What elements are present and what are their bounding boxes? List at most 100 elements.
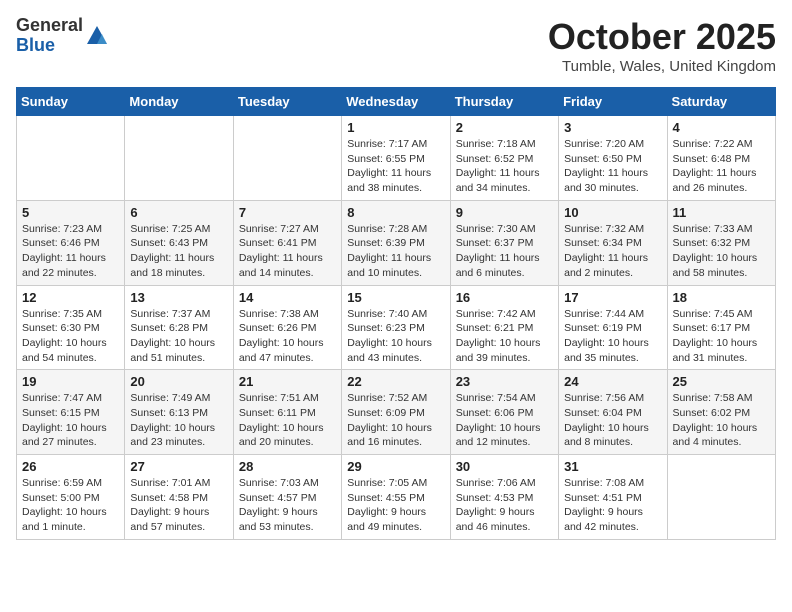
day-of-week-header: Tuesday [233, 88, 341, 116]
day-info: Sunrise: 7:56 AM Sunset: 6:04 PM Dayligh… [564, 391, 661, 450]
logo: General Blue [16, 16, 109, 56]
day-info: Sunrise: 7:40 AM Sunset: 6:23 PM Dayligh… [347, 307, 444, 366]
day-info: Sunrise: 7:51 AM Sunset: 6:11 PM Dayligh… [239, 391, 336, 450]
calendar-cell: 30 Sunrise: 7:06 AM Sunset: 4:53 PM Dayli… [450, 455, 558, 540]
calendar-cell: 11 Sunrise: 7:33 AM Sunset: 6:32 PM Dayli… [667, 200, 775, 285]
day-number: 15 [347, 290, 444, 305]
calendar-week-row: 1 Sunrise: 7:17 AM Sunset: 6:55 PM Daylig… [17, 116, 776, 201]
calendar-cell: 12Sunrise: 7:35 AM Sunset: 6:30 PM Dayli… [17, 285, 125, 370]
day-number: 30 [456, 459, 553, 474]
day-info: Sunrise: 7:49 AM Sunset: 6:13 PM Dayligh… [130, 391, 227, 450]
day-info: Sunrise: 7:03 AM Sunset: 4:57 PM Dayligh… [239, 476, 336, 535]
day-number: 3 [564, 120, 661, 135]
day-number: 10 [564, 205, 661, 220]
day-of-week-header: Friday [559, 88, 667, 116]
day-info: Sunrise: 7:22 AM Sunset: 6:48 PM Dayligh… [673, 137, 770, 196]
day-number: 11 [673, 205, 770, 220]
month-title: October 2025 [548, 16, 776, 58]
calendar-cell: 25 Sunrise: 7:58 AM Sunset: 6:02 PM Dayli… [667, 370, 775, 455]
day-info: Sunrise: 7:28 AM Sunset: 6:39 PM Dayligh… [347, 222, 444, 281]
day-number: 19 [22, 374, 119, 389]
calendar-cell: 19 Sunrise: 7:47 AM Sunset: 6:15 PM Dayli… [17, 370, 125, 455]
day-number: 31 [564, 459, 661, 474]
calendar-cell [667, 455, 775, 540]
calendar-cell: 16 Sunrise: 7:42 AM Sunset: 6:21 PM Dayli… [450, 285, 558, 370]
calendar-cell [125, 116, 233, 201]
day-info: Sunrise: 7:32 AM Sunset: 6:34 PM Dayligh… [564, 222, 661, 281]
calendar-cell: 18 Sunrise: 7:45 AM Sunset: 6:17 PM Dayli… [667, 285, 775, 370]
calendar-cell: 24 Sunrise: 7:56 AM Sunset: 6:04 PM Dayli… [559, 370, 667, 455]
day-number: 8 [347, 205, 444, 220]
day-info: Sunrise: 7:17 AM Sunset: 6:55 PM Dayligh… [347, 137, 444, 196]
day-of-week-header: Thursday [450, 88, 558, 116]
calendar-cell: 20 Sunrise: 7:49 AM Sunset: 6:13 PM Dayli… [125, 370, 233, 455]
day-number: 13 [130, 290, 227, 305]
calendar-cell: 3 Sunrise: 7:20 AM Sunset: 6:50 PM Daylig… [559, 116, 667, 201]
calendar-cell: 1 Sunrise: 7:17 AM Sunset: 6:55 PM Daylig… [342, 116, 450, 201]
day-info: Sunrise: 6:59 AM Sunset: 5:00 PM Dayligh… [22, 476, 119, 535]
day-number: 25 [673, 374, 770, 389]
calendar-week-row: 19 Sunrise: 7:47 AM Sunset: 6:15 PM Dayli… [17, 370, 776, 455]
calendar-cell: 10 Sunrise: 7:32 AM Sunset: 6:34 PM Dayli… [559, 200, 667, 285]
calendar-cell: 26Sunrise: 6:59 AM Sunset: 5:00 PM Dayli… [17, 455, 125, 540]
day-info: Sunrise: 7:05 AM Sunset: 4:55 PM Dayligh… [347, 476, 444, 535]
day-info: Sunrise: 7:23 AM Sunset: 6:46 PM Dayligh… [22, 222, 119, 281]
calendar-week-row: 26Sunrise: 6:59 AM Sunset: 5:00 PM Dayli… [17, 455, 776, 540]
day-of-week-header: Wednesday [342, 88, 450, 116]
day-number: 5 [22, 205, 119, 220]
calendar-cell [17, 116, 125, 201]
calendar-cell: 23Sunrise: 7:54 AM Sunset: 6:06 PM Dayli… [450, 370, 558, 455]
day-info: Sunrise: 7:52 AM Sunset: 6:09 PM Dayligh… [347, 391, 444, 450]
calendar-cell: 6 Sunrise: 7:25 AM Sunset: 6:43 PM Daylig… [125, 200, 233, 285]
day-number: 24 [564, 374, 661, 389]
calendar-cell: 27 Sunrise: 7:01 AM Sunset: 4:58 PM Dayli… [125, 455, 233, 540]
day-info: Sunrise: 7:01 AM Sunset: 4:58 PM Dayligh… [130, 476, 227, 535]
calendar-cell: 15 Sunrise: 7:40 AM Sunset: 6:23 PM Dayli… [342, 285, 450, 370]
day-number: 9 [456, 205, 553, 220]
day-number: 6 [130, 205, 227, 220]
day-info: Sunrise: 7:18 AM Sunset: 6:52 PM Dayligh… [456, 137, 553, 196]
day-number: 22 [347, 374, 444, 389]
day-info: Sunrise: 7:08 AM Sunset: 4:51 PM Dayligh… [564, 476, 661, 535]
day-number: 29 [347, 459, 444, 474]
calendar-cell: 31 Sunrise: 7:08 AM Sunset: 4:51 PM Dayli… [559, 455, 667, 540]
day-info: Sunrise: 7:33 AM Sunset: 6:32 PM Dayligh… [673, 222, 770, 281]
day-number: 20 [130, 374, 227, 389]
day-info: Sunrise: 7:27 AM Sunset: 6:41 PM Dayligh… [239, 222, 336, 281]
calendar-cell: 8 Sunrise: 7:28 AM Sunset: 6:39 PM Daylig… [342, 200, 450, 285]
calendar-cell: 28 Sunrise: 7:03 AM Sunset: 4:57 PM Dayli… [233, 455, 341, 540]
day-number: 27 [130, 459, 227, 474]
day-info: Sunrise: 7:37 AM Sunset: 6:28 PM Dayligh… [130, 307, 227, 366]
logo-general: General [16, 16, 83, 36]
day-of-week-header: Saturday [667, 88, 775, 116]
day-info: Sunrise: 7:45 AM Sunset: 6:17 PM Dayligh… [673, 307, 770, 366]
day-info: Sunrise: 7:06 AM Sunset: 4:53 PM Dayligh… [456, 476, 553, 535]
day-number: 18 [673, 290, 770, 305]
title-block: October 2025 Tumble, Wales, United Kingd… [548, 16, 776, 75]
calendar-week-row: 12Sunrise: 7:35 AM Sunset: 6:30 PM Dayli… [17, 285, 776, 370]
logo-icon [85, 24, 109, 48]
calendar-cell: 21 Sunrise: 7:51 AM Sunset: 6:11 PM Dayli… [233, 370, 341, 455]
day-info: Sunrise: 7:42 AM Sunset: 6:21 PM Dayligh… [456, 307, 553, 366]
calendar-cell: 22 Sunrise: 7:52 AM Sunset: 6:09 PM Dayli… [342, 370, 450, 455]
calendar-cell: 14Sunrise: 7:38 AM Sunset: 6:26 PM Dayli… [233, 285, 341, 370]
day-number: 14 [239, 290, 336, 305]
day-info: Sunrise: 7:47 AM Sunset: 6:15 PM Dayligh… [22, 391, 119, 450]
calendar-header-row: SundayMondayTuesdayWednesdayThursdayFrid… [17, 88, 776, 116]
day-info: Sunrise: 7:25 AM Sunset: 6:43 PM Dayligh… [130, 222, 227, 281]
day-number: 21 [239, 374, 336, 389]
day-info: Sunrise: 7:58 AM Sunset: 6:02 PM Dayligh… [673, 391, 770, 450]
calendar-cell [233, 116, 341, 201]
calendar-cell: 29 Sunrise: 7:05 AM Sunset: 4:55 PM Dayli… [342, 455, 450, 540]
day-info: Sunrise: 7:35 AM Sunset: 6:30 PM Dayligh… [22, 307, 119, 366]
day-info: Sunrise: 7:44 AM Sunset: 6:19 PM Dayligh… [564, 307, 661, 366]
day-info: Sunrise: 7:20 AM Sunset: 6:50 PM Dayligh… [564, 137, 661, 196]
calendar-cell: 7Sunrise: 7:27 AM Sunset: 6:41 PM Daylig… [233, 200, 341, 285]
day-number: 28 [239, 459, 336, 474]
day-number: 16 [456, 290, 553, 305]
day-number: 23 [456, 374, 553, 389]
calendar-cell: 17Sunrise: 7:44 AM Sunset: 6:19 PM Dayli… [559, 285, 667, 370]
day-of-week-header: Monday [125, 88, 233, 116]
calendar-cell: 5 Sunrise: 7:23 AM Sunset: 6:46 PM Daylig… [17, 200, 125, 285]
day-number: 1 [347, 120, 444, 135]
